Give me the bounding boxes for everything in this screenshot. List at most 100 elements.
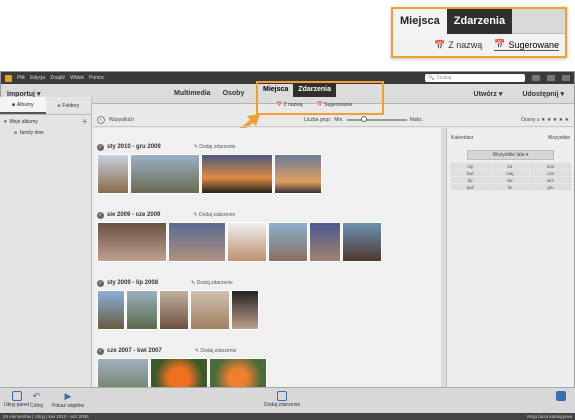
subbar: ‹ Wszystkich Liczba grup: Min. Maks. Oce…: [93, 113, 575, 127]
share-button[interactable]: Udostępnij ▾: [522, 90, 564, 98]
year-dropdown[interactable]: Wszystkie lata ▾: [467, 150, 554, 160]
grid-view-button[interactable]: [556, 391, 566, 401]
expand-icon[interactable]: ▾: [4, 119, 7, 125]
suggested-option[interactable]: 📅 Sugerowane: [494, 39, 559, 51]
close-button[interactable]: [562, 75, 570, 81]
tab-places[interactable]: Miejsca: [393, 9, 447, 34]
add-album-button[interactable]: +: [82, 117, 87, 126]
hide-panel-button[interactable]: Ukryj panel: [4, 391, 29, 408]
maximize-button[interactable]: [547, 75, 555, 81]
photo-thumbnail[interactable]: [97, 290, 125, 330]
event-date: cze 2007 - kwi 2007: [107, 348, 162, 354]
check-icon[interactable]: ✓: [97, 347, 104, 355]
check-icon[interactable]: ✓: [97, 279, 104, 287]
add-event-link[interactable]: ✎ Dodaj zdarzenie: [191, 280, 233, 286]
month-cell[interactable]: mar: [529, 162, 572, 170]
photo-thumbnail[interactable]: [130, 154, 200, 194]
month-cell[interactable]: lut: [489, 162, 531, 170]
month-grid: sty lut mar kwi maj cze lip sie wrz paź lis gru: [450, 162, 572, 191]
photo-thumbnail[interactable]: [274, 154, 322, 194]
undo-label: Cofnij: [30, 403, 43, 409]
tab-events-main[interactable]: Zdarzenia: [293, 83, 336, 97]
event-group[interactable]: ✓ cze 2007 - kwi 2007 ✎ Dodaj zdarzenie: [97, 346, 267, 387]
sort-by-name-main[interactable]: 📅 Z nazwą: [276, 102, 303, 108]
month-cell[interactable]: lis: [489, 183, 531, 191]
all-link[interactable]: Wszystkie: [548, 135, 571, 141]
hide-panel-label: Ukryj panel: [4, 402, 30, 408]
back-button[interactable]: ‹: [97, 115, 105, 124]
rating-filter[interactable]: Oceny ≥ ★ ★ ★ ★ ★: [521, 117, 569, 123]
add-event-link[interactable]: ✎ Dodaj zdarzenie: [193, 212, 235, 218]
add-event-button[interactable]: Dodaj zdarzenie: [264, 391, 300, 408]
my-albums-row[interactable]: ▾ Moje albumy +: [0, 115, 91, 128]
photo-thumbnail[interactable]: [209, 358, 267, 387]
check-icon[interactable]: ✓: [97, 211, 104, 219]
photo-thumbnail[interactable]: [97, 222, 167, 262]
album-item[interactable]: ■ family time: [0, 128, 91, 138]
event-group[interactable]: ✓ sie 2009 - cze 2009 ✎ Dodaj zdarzenie: [97, 210, 382, 262]
month-cell[interactable]: cze: [529, 169, 572, 177]
sort-by-name-option[interactable]: 📅 Z nazwą: [434, 40, 482, 51]
month-cell[interactable]: lip: [450, 176, 491, 184]
menu-edit[interactable]: Edycja: [30, 75, 45, 81]
menu-file[interactable]: Plik: [17, 75, 25, 81]
event-group[interactable]: ✓ sty 2010 - gru 2009 ✎ Dodaj zdarzenie: [97, 142, 322, 194]
minimize-button[interactable]: [532, 75, 540, 81]
month-cell[interactable]: sie: [489, 176, 531, 184]
zoom-callout: Miejsca Zdarzenia 📅 Z nazwą 📅 Sugerowane: [391, 7, 567, 58]
add-event-label: Dodaj zdarzenie: [198, 212, 236, 218]
photo-thumbnail[interactable]: [168, 222, 226, 262]
left-panel: ■ Albumy ■ Foldery ▾ Moje albumy + ■ famil…: [0, 97, 92, 387]
photo-thumbnail[interactable]: [150, 358, 208, 387]
suggested-main[interactable]: 📅 Sugerowane: [317, 102, 353, 108]
add-event-link[interactable]: ✎ Dodaj zdarzenie: [195, 348, 237, 354]
check-icon[interactable]: ✓: [97, 143, 104, 151]
tab-events[interactable]: Zdarzenia: [446, 9, 513, 34]
album-thumb-icon: ■: [14, 130, 18, 136]
month-cell[interactable]: maj: [489, 169, 531, 177]
group-count-label: Liczba grup:: [304, 116, 332, 123]
event-date: sty 2010 - gru 2009: [107, 144, 161, 150]
undo-button[interactable]: ↶ Cofnij: [30, 391, 43, 409]
min-label: Min.: [334, 116, 344, 123]
menu-view[interactable]: Widok: [70, 75, 84, 81]
add-event-link[interactable]: ✎ Dodaj zdarzenie: [194, 144, 236, 150]
sort-by-name-main-label: Z nazwą: [283, 102, 303, 108]
menu-help[interactable]: Pomoc: [89, 75, 105, 81]
photo-thumbnail[interactable]: [268, 222, 308, 262]
photo-thumbnail[interactable]: [227, 222, 267, 262]
slideshow-button[interactable]: ▶ Pokaz slajdów: [52, 391, 84, 409]
month-cell[interactable]: sty: [450, 162, 491, 170]
calendar-title: Kalendarz: [451, 135, 474, 141]
catalog-name[interactable]: Moja baza katalogowa: [527, 414, 572, 419]
tab-media[interactable]: Multimedia: [174, 90, 211, 97]
photo-thumbnail[interactable]: [231, 290, 259, 330]
tab-albums[interactable]: ■ Albumy: [0, 97, 46, 114]
calendar-icon: 📅: [434, 39, 446, 50]
tab-places-main[interactable]: Miejsca: [258, 83, 293, 97]
search-input[interactable]: 🔍 Szukaj: [425, 74, 525, 82]
photo-thumbnail[interactable]: [159, 290, 189, 330]
album-item-label: family time: [20, 130, 44, 136]
slider-knob[interactable]: [360, 115, 367, 122]
event-date: sty 2009 - lip 2008: [107, 280, 159, 286]
group-slider[interactable]: [346, 115, 407, 122]
bottom-toolbar: Ukryj panel ↶ Cofnij ▶ Pokaz slajdów Dodaj…: [0, 387, 575, 413]
search-placeholder: Szukaj: [436, 75, 452, 81]
photo-thumbnail[interactable]: [97, 358, 149, 387]
create-button[interactable]: Utwórz ▾: [474, 90, 503, 98]
event-group[interactable]: ✓ sty 2009 - lip 2008 ✎ Dodaj zdarzenie: [97, 278, 259, 330]
photo-thumbnail[interactable]: [342, 222, 382, 262]
tab-people[interactable]: Osoby: [223, 90, 245, 97]
menu-find[interactable]: Znajdź: [50, 75, 65, 81]
month-cell[interactable]: kwi: [450, 169, 491, 177]
photo-thumbnail[interactable]: [97, 154, 129, 194]
photo-thumbnail[interactable]: [190, 290, 230, 330]
month-cell[interactable]: gru: [529, 183, 572, 191]
month-cell[interactable]: paź: [450, 183, 491, 191]
photo-thumbnail[interactable]: [309, 222, 341, 262]
photo-thumbnail[interactable]: [201, 154, 273, 194]
photo-thumbnail[interactable]: [126, 290, 158, 330]
tab-folders[interactable]: ■ Foldery: [46, 97, 92, 114]
month-cell[interactable]: wrz: [529, 176, 572, 184]
